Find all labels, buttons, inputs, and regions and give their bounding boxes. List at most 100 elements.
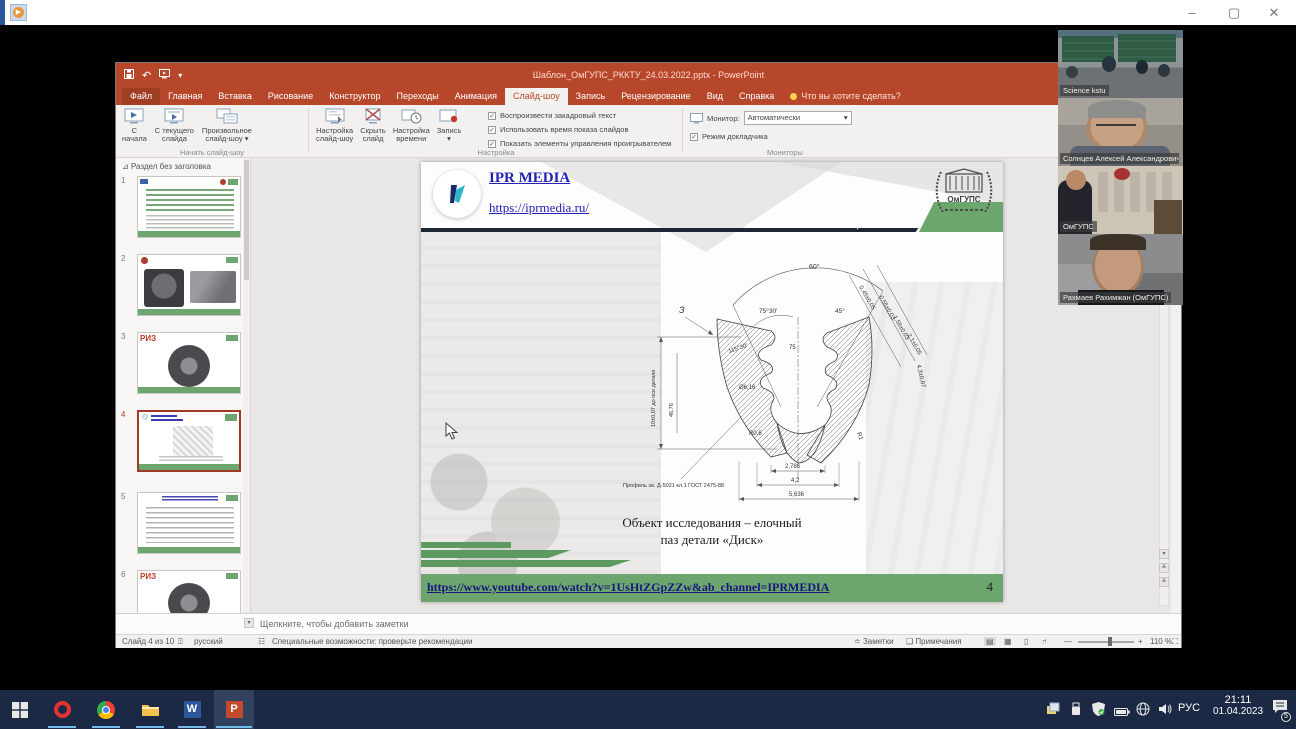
slide-canvas[interactable]: IPR MEDIA https://iprmedia.ru/ <box>421 162 1003 602</box>
monitor-label: Монитор: <box>707 114 740 123</box>
slide-1-number: 1 <box>121 176 135 238</box>
language-indicator[interactable]: русский <box>194 637 223 646</box>
tab-view[interactable]: Вид <box>699 88 731 105</box>
tell-me-search[interactable]: Что вы хотите сделать? <box>790 91 901 105</box>
close-button[interactable]: ✕ <box>1254 0 1294 25</box>
checkbox-use-timings[interactable]: ✓Использовать время показа слайдов <box>488 125 671 134</box>
svg-text:R1: R1 <box>855 432 863 442</box>
tray-program-icon[interactable] <box>1046 702 1060 721</box>
setup-slideshow-button[interactable]: Настройкаслайд-шоу <box>316 108 353 143</box>
from-beginning-button[interactable]: Сначала <box>122 108 147 143</box>
zoom-out-button[interactable]: — <box>1064 637 1072 646</box>
notes-pane[interactable]: ▾ Щелкните, чтобы добавить заметки <box>116 613 1181 634</box>
hide-slide-button[interactable]: Скрытьслайд <box>360 108 386 143</box>
section-header[interactable]: ⊿ Раздел без заголовка <box>122 162 211 171</box>
tab-review[interactable]: Рецензирование <box>613 88 699 105</box>
spellcheck-icon[interactable]: ⍐ <box>178 637 183 647</box>
undo-icon[interactable]: ↶ <box>142 69 151 82</box>
windows-taskbar: W P РУС 21:11 01.04.2023 5 <box>0 690 1296 729</box>
comments-toggle-button[interactable]: ❏ Примечания <box>906 637 962 646</box>
tray-network-icon[interactable] <box>1136 702 1150 721</box>
checkbox-play-narrations[interactable]: ✓Воспроизвести закадровый текст <box>488 111 671 120</box>
group-label-setup: Настройка <box>316 148 676 157</box>
participant-tile[interactable]: Science kstu <box>1058 30 1183 98</box>
start-slideshow-icon[interactable] <box>159 69 170 82</box>
maximize-button[interactable]: ▢ <box>1214 0 1254 25</box>
start-button[interactable] <box>0 690 40 729</box>
taskbar-chrome-icon[interactable] <box>86 690 126 729</box>
tray-defender-icon[interactable] <box>1092 702 1105 721</box>
windows-logo-icon <box>12 702 28 718</box>
zoom-in-button[interactable]: + <box>1138 637 1143 646</box>
record-slideshow-button[interactable]: Запись▾ <box>437 108 462 143</box>
minimize-button[interactable]: – <box>1172 0 1212 25</box>
tab-animations[interactable]: Анимация <box>447 88 505 105</box>
svg-text:45°: 45° <box>835 307 845 315</box>
checkbox-presenter-view[interactable]: ✓Режим докладчика <box>690 132 886 141</box>
slide-5-thumbnail[interactable] <box>137 492 241 554</box>
tray-battery-icon[interactable] <box>1114 704 1130 722</box>
participant-tile[interactable]: Рахмаев Рахимжан (ОмГУПС) <box>1058 234 1183 305</box>
rehearse-timings-button[interactable]: Настройкавремени <box>393 108 430 143</box>
tab-draw[interactable]: Рисование <box>260 88 321 105</box>
participant-tile[interactable]: ОмГУПС <box>1058 166 1183 234</box>
green-stripe-decoration <box>421 550 571 558</box>
taskbar-explorer-icon[interactable] <box>130 690 170 729</box>
tray-language-indicator[interactable]: РУС <box>1178 702 1200 714</box>
normal-view-button[interactable]: ▤ <box>984 637 996 646</box>
slide-caption[interactable]: Объект исследования – елочный паз детали… <box>562 514 862 548</box>
notes-toggle-button[interactable]: ≐ Заметки <box>854 637 894 646</box>
tray-volume-icon[interactable] <box>1158 702 1172 721</box>
fit-to-window-button[interactable]: ⛶ <box>1172 637 1178 647</box>
from-current-slide-button[interactable]: С текущегослайда <box>155 108 194 143</box>
taskbar-word-icon[interactable]: W <box>172 690 212 729</box>
zoom-slider[interactable] <box>1078 641 1134 643</box>
ipr-media-link[interactable]: IPR MEDIA <box>489 170 570 187</box>
omgups-emblem: ОмГУПС <box>933 166 995 223</box>
svg-text:10±0,07 до оси детали: 10±0,07 до оси детали <box>651 370 657 427</box>
zoom-slider-thumb[interactable] <box>1108 637 1112 646</box>
slide-3-thumbnail[interactable]: РИЗ <box>137 332 241 394</box>
workspace: ⊿ Раздел без заголовка 1 2 <box>116 158 1181 613</box>
tab-slideshow[interactable]: Слайд-шоу <box>505 88 568 105</box>
slide-4-thumbnail-selected[interactable] <box>137 410 241 472</box>
reading-view-button[interactable]: ▯ <box>1024 637 1028 646</box>
host-edge-accent <box>0 0 5 25</box>
taskbar-powerpoint-icon[interactable]: P <box>214 690 254 729</box>
slide-sorter-view-button[interactable]: ▦ <box>1004 637 1012 646</box>
slide-6-thumbnail[interactable]: РИЗ <box>137 570 241 613</box>
tray-clock[interactable]: 21:11 01.04.2023 <box>1208 694 1268 717</box>
qat-customize-icon[interactable]: ▾ <box>178 71 182 80</box>
next-slide-button[interactable]: ≚ <box>1159 577 1169 587</box>
custom-slideshow-button[interactable]: Произвольноеслайд-шоу ▾ <box>202 108 252 143</box>
tab-transitions[interactable]: Переходы <box>389 88 447 105</box>
participant-tile[interactable]: Солнцев Алексей Александрович <box>1058 98 1183 166</box>
slide-1-thumbnail[interactable] <box>137 176 241 238</box>
notes-placeholder[interactable]: Щелкните, чтобы добавить заметки <box>260 619 409 629</box>
tab-design[interactable]: Конструктор <box>321 88 388 105</box>
scroll-down-icon[interactable]: ▾ <box>1159 549 1169 559</box>
zoom-level[interactable]: 110 % <box>1150 637 1172 646</box>
slideshow-view-button[interactable]: ⑁ <box>1042 637 1047 646</box>
tab-insert[interactable]: Вставка <box>210 88 259 105</box>
tab-record[interactable]: Запись <box>568 88 614 105</box>
previous-slide-button[interactable]: ≙ <box>1159 563 1169 573</box>
tab-help[interactable]: Справка <box>731 88 782 105</box>
checkbox-show-media-controls[interactable]: ✓Показать элементы управления проигрыват… <box>488 139 671 148</box>
monitor-dropdown[interactable]: Автоматически▾ <box>744 111 852 125</box>
tab-file[interactable]: Файл <box>122 88 160 105</box>
accessibility-icon[interactable]: ☷ <box>258 637 265 646</box>
tab-home[interactable]: Главная <box>160 88 210 105</box>
youtube-link[interactable]: https://www.youtube.com/watch?v=1UsHtZGp… <box>427 580 829 595</box>
notification-badge: 5 <box>1281 712 1291 722</box>
tray-usb-icon[interactable] <box>1070 702 1082 721</box>
powerpoint-title-bar: Шаблон_ОмГУПС_РККТУ_24.03.2022.pptx - Po… <box>116 63 1181 87</box>
taskbar-opera-icon[interactable] <box>42 690 82 729</box>
thumbnail-scrollbar[interactable] <box>243 158 250 613</box>
notification-center-icon[interactable]: 5 <box>1272 699 1288 719</box>
slide-2-thumbnail[interactable] <box>137 254 241 316</box>
collapse-notes-icon[interactable]: ▾ <box>244 618 254 628</box>
save-icon[interactable] <box>124 69 134 82</box>
accessibility-status[interactable]: Специальные возможности: проверьте реком… <box>272 637 473 646</box>
ipr-media-url-link[interactable]: https://iprmedia.ru/ <box>489 200 589 216</box>
